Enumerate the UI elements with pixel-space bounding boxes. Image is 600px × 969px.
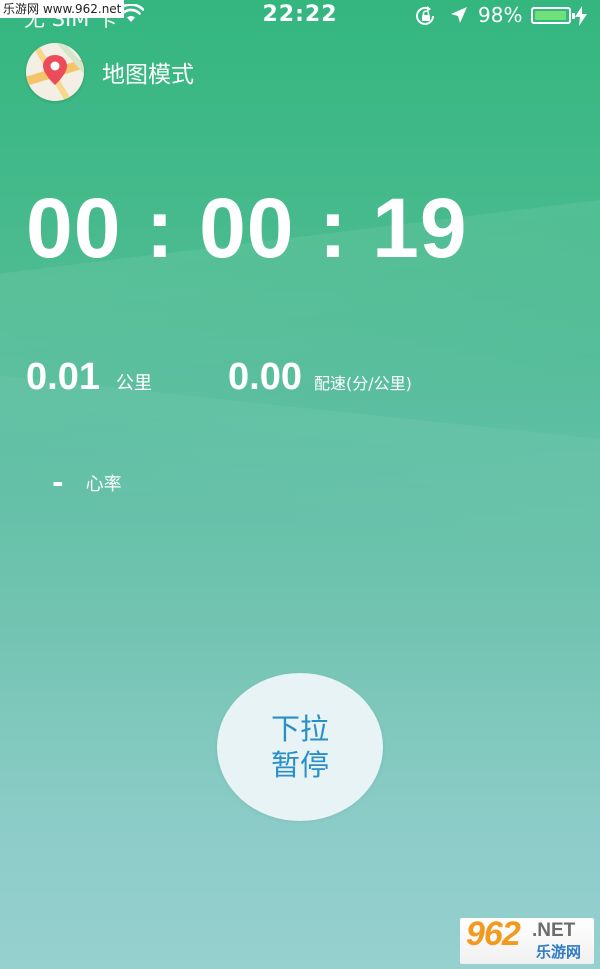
battery-percent: 98%: [478, 3, 523, 27]
pace-value: 0.00: [228, 356, 302, 398]
watermark-number: 962: [466, 918, 521, 953]
charging-icon: [575, 6, 587, 30]
map-mode-label: 地图模式: [102, 62, 194, 88]
distance-unit: 公里: [115, 373, 152, 394]
pace-stat: 0.00 配速(分/公里): [228, 356, 412, 399]
battery-icon: [531, 7, 575, 24]
map-mode-button[interactable]: 地图模式: [26, 43, 194, 101]
pause-button-line1: 下拉: [270, 712, 329, 746]
location-arrow-icon: [450, 6, 468, 28]
watermark-logo: 962 .NET 乐游网: [460, 918, 594, 964]
map-pin-icon: [26, 43, 84, 101]
distance-value: 0.01: [26, 356, 100, 398]
pull-to-pause-button[interactable]: 下拉 暂停: [217, 673, 383, 821]
pace-unit: 配速(分/公里): [313, 374, 412, 393]
battery-fill: [535, 11, 566, 20]
distance-stat: 0.01 公里: [26, 356, 152, 399]
elapsed-timer: 00 : 00 : 19: [26, 181, 468, 275]
watermark-top: 乐游网 www.962.net: [0, 0, 125, 18]
watermark-chinese: 乐游网: [536, 943, 582, 961]
watermark-net: .NET: [532, 920, 576, 941]
rotation-lock-icon: [415, 6, 437, 30]
heart-rate-value: -: [52, 466, 64, 499]
pause-button-line2: 暂停: [270, 748, 329, 782]
heart-rate-stat: - 心率: [52, 466, 122, 499]
heart-rate-label: 心率: [85, 474, 122, 495]
